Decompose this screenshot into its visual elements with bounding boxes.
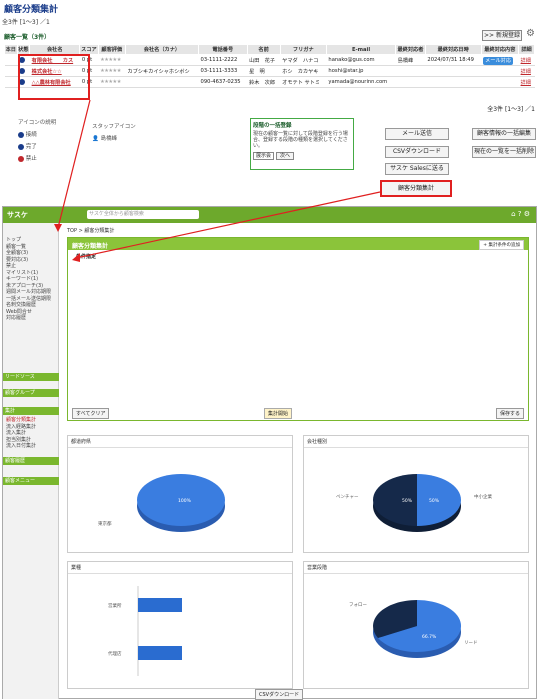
chart-panel-1: 都道府県 東京都 100% [67, 435, 293, 553]
bulk-register-box: 段階の一括登録 現在の顧客一覧に対して段階登録を行う場合、登録する段階の種類を選… [250, 118, 354, 170]
pie-chart-2: ベンチャー 中小企業 50% 50% [336, 474, 492, 532]
th-phone: 電話番号 [198, 44, 248, 55]
star-rating: ★★★★★ [98, 65, 126, 77]
chart-panel-2: 会社種別 ベンチャー 中小企業 50% 50% [303, 435, 529, 553]
svg-text:フォロー: フォロー [349, 602, 367, 608]
detail-link[interactable]: 詳細 [521, 80, 531, 86]
star-rating: ★★★★★ [98, 54, 126, 66]
svg-text:中小企業: 中小企業 [474, 493, 492, 500]
chart-panel-3: 業種 営業所 代理店 [67, 561, 293, 689]
th-furigana: フリガナ [279, 44, 327, 55]
gear-icon[interactable]: ⚙ [526, 28, 535, 39]
legend: アイコンの説明 接続 完了 禁止 [18, 120, 57, 162]
page-title: 顧客分類集計 [4, 5, 59, 15]
bottom-count: 全3件 [1～3] ／1 [487, 106, 535, 113]
th-company: 会社名 [29, 44, 81, 55]
agg-list: 顧客分類集計 流入経路集計 流入集計 担当別集計 流入日付集計 [6, 417, 37, 449]
bulk-delete-button[interactable]: 現在の一覧を一括削除 [472, 146, 536, 158]
app-logo: サスケ [7, 211, 28, 219]
app-main: TOP > 顧客分類集計 顧客分類集計 + 集計条件の追加 条件指定 すべてクリ… [63, 223, 533, 700]
company-highlight [18, 54, 90, 100]
aggregate-panel: 顧客分類集計 + 集計条件の追加 条件指定 すべてクリア 集計開始 保存する [67, 237, 529, 421]
th-content: 最終対応内容 [480, 44, 520, 55]
th-kana: 会社名（カナ） [124, 44, 200, 55]
save-button[interactable]: 保存する [495, 408, 524, 419]
send-to-sales-button[interactable]: サスケ Salesに送る [385, 163, 449, 175]
app-header: サスケ サスケ全体から顧客検索 ⌂ ? ⚙ [3, 207, 536, 223]
bulk-next-button[interactable]: 次へ [275, 152, 294, 160]
aggregate-button[interactable]: 顧客分類集計 [380, 180, 452, 197]
th-rating: 顧客評価 [97, 44, 126, 55]
csv-download-button[interactable]: CSVダウンロード [385, 146, 449, 158]
section-title: 顧客一覧（3件） [4, 34, 51, 41]
detail-link[interactable]: 詳細 [521, 58, 531, 64]
bulk-edit-button[interactable]: 顧客情報の一括編集 [472, 128, 536, 140]
header-icons: ⌂ ? ⚙ [511, 210, 530, 218]
star-rating: ★★★★★ [98, 76, 126, 88]
clear-button[interactable]: すべてクリア [72, 408, 110, 419]
th-detail: 詳細 [518, 44, 535, 55]
pie-chart-1: 東京都 100% [98, 474, 225, 532]
svg-text:営業所: 営業所 [108, 602, 122, 609]
svg-text:66.7%: 66.7% [422, 634, 437, 640]
svg-text:東京都: 東京都 [98, 520, 112, 527]
side-list: トップ 顧客一覧 全顧客(3) 要対応(3) 禁止 マイリスト(1) キーワード(1) 未アプ… [6, 237, 52, 321]
mail-send-button[interactable]: メール送信 [385, 128, 449, 140]
detail-link[interactable]: 詳細 [521, 69, 531, 75]
bulk-select[interactable]: 展示会 [253, 152, 275, 160]
pie-chart-4: リード フォロー 66.7% [349, 600, 478, 658]
staff-legend: スタッフアイコン 👤 島橋峰 [92, 124, 136, 142]
run-button[interactable]: 集計開始 [264, 408, 293, 419]
global-search-input[interactable]: サスケ全体から顧客検索 [87, 210, 199, 219]
bar-chart-3: 営業所 代理店 [108, 586, 182, 676]
chart-panel-4: 営業段階 リード フォロー 66.7% [303, 561, 529, 689]
new-register-button[interactable]: >> 新規登録 [482, 30, 522, 41]
th-today: 本日 [4, 44, 18, 55]
th-staff: 最終対応者 [395, 44, 426, 55]
svg-text:ベンチャー: ベンチャー [336, 494, 359, 500]
app-sidebar: トップ 顧客一覧 全顧客(3) 要対応(3) 禁止 マイリスト(1) キーワード(1) 未アプ… [3, 223, 59, 699]
svg-text:50%: 50% [429, 498, 440, 504]
th-status: 状態 [16, 44, 31, 55]
th-email: E-mail [325, 44, 397, 55]
top-count: 全3件 [1～3] ／1 [2, 19, 50, 26]
table-header: 本日 状態 会社名 スコア 顧客評価 会社名（カナ） 電話番号 名前 フリガナ … [4, 44, 535, 55]
svg-text:代理店: 代理店 [108, 650, 122, 657]
legend-title: アイコンの説明 [18, 120, 57, 126]
breadcrumb: TOP > 顧客分類集計 [67, 228, 115, 234]
svg-text:50%: 50% [402, 498, 413, 504]
th-date: 最終対応日時 [424, 44, 482, 55]
th-name: 名前 [246, 44, 281, 55]
svg-text:100%: 100% [178, 498, 192, 504]
th-score: スコア [79, 44, 99, 55]
mail-badge: メール対応 [483, 56, 514, 65]
svg-text:リード: リード [464, 641, 478, 646]
add-condition-button[interactable]: + 集計条件の追加 [479, 240, 524, 250]
embedded-screenshot: サスケ サスケ全体から顧客検索 ⌂ ? ⚙ トップ 顧客一覧 全顧客(3) 要対応(3… [2, 206, 537, 700]
bottom-csv-button[interactable]: CSVダウンロード [255, 689, 304, 700]
